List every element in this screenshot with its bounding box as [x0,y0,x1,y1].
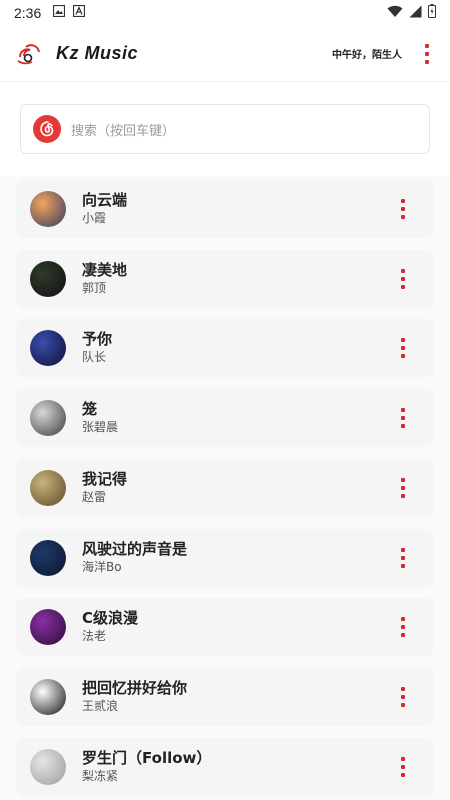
album-cover [30,260,66,297]
song-text: 我记得 赵雷 [82,470,127,506]
search-input[interactable]: 搜索（按回车键） [20,104,430,154]
song-artist: 郭顶 [82,280,107,295]
album-cover [30,191,66,227]
search-placeholder: 搜索（按回车键） [71,123,176,139]
album-cover [30,609,66,646]
song-list-item[interactable]: 把回忆拼好给你 王贰浪 [16,667,434,726]
song-list-item[interactable]: 我记得 赵雷 [16,458,434,517]
status-bar: 2:36 [0,0,450,26]
image-icon [53,4,66,21]
song-artist: 小霞 [82,211,107,225]
album-cover [30,469,66,506]
song-text: 笼张碧晨 [82,400,118,436]
song-title: 把回忆拼好给你 [82,678,188,697]
album-cover [30,539,66,576]
song-list-item[interactable]: 风驶过的声音是 海洋Bo [16,528,434,587]
song-title: C级浪漫 [82,609,139,628]
song-text: 向云端 小霞 [82,191,127,227]
wifi-icon [387,5,403,22]
app-title: Kz Music [56,43,139,63]
song-text: 风驶过的声音是 海洋Bo [82,540,187,576]
song-title: 罗生门（Follow） [82,748,212,767]
more-vertical-icon[interactable] [396,476,410,500]
song-title: 我记得 [82,469,128,488]
album-cover [30,678,66,715]
a-icon [73,4,86,21]
song-artist: 队长 [82,350,107,365]
song-title: 向云端 [82,191,128,209]
app-bar: Kz Music 中午好，陌生人 [0,26,450,82]
album-cover [30,748,66,785]
song-list-item[interactable]: C级浪漫 法老 [16,598,434,657]
song-list-item[interactable]: 向云端 小霞 [16,180,434,238]
song-artist: 法老 [82,629,107,644]
song-artist: 梨冻紧 [82,768,119,783]
song-text: 罗生门（Follow） 梨冻紧 [82,749,211,785]
song-title: 凄美地 [82,260,128,279]
song-list-item[interactable]: 罗生门（Follow） 梨冻紧 [16,737,434,796]
more-vertical-icon[interactable] [396,197,410,221]
song-text: 凄美地 郭顶 [82,261,127,297]
song-list-item[interactable]: 笼张碧晨 [16,389,434,448]
more-vertical-icon[interactable] [396,755,410,779]
song-title: 风驶过的声音是 [82,539,188,558]
greeting-text: 中午好，陌生人 [332,50,402,61]
status-time: 2:36 [14,5,42,21]
song-artist: 王贰浪 [82,698,119,713]
more-vertical-icon[interactable] [396,406,410,430]
album-cover [30,400,66,437]
song-text: 把回忆拼好给你 王贰浪 [82,679,187,715]
more-vertical-icon[interactable] [420,42,434,66]
more-vertical-icon[interactable] [396,336,410,360]
song-text: C级浪漫 法老 [82,609,138,645]
song-list-item[interactable]: 予你 队长 [16,319,434,378]
battery-icon [428,4,436,22]
more-vertical-icon[interactable] [396,615,410,639]
song-artist: 张碧晨 [82,420,119,435]
album-cover [30,330,66,367]
song-title: 笼 [82,400,98,419]
signal-icon [409,5,422,22]
song-artist: 海洋Bo [82,559,122,574]
more-vertical-icon[interactable] [396,546,410,570]
music-logo-icon [16,41,42,67]
more-vertical-icon[interactable] [396,267,410,291]
song-list-item[interactable]: 凄美地 郭顶 [16,249,434,308]
song-title: 予你 [82,330,113,349]
song-text: 予你 队长 [82,330,112,366]
netease-logo-icon [33,115,61,143]
status-icons [387,4,436,22]
song-list: 向云端小霞凄美地 郭顶予你 队长笼张碧晨我记得 赵雷风驶过的声音是 海洋Bo C级浪漫 法老… [0,176,450,800]
song-artist: 赵雷 [82,489,107,504]
more-vertical-icon[interactable] [396,685,410,709]
